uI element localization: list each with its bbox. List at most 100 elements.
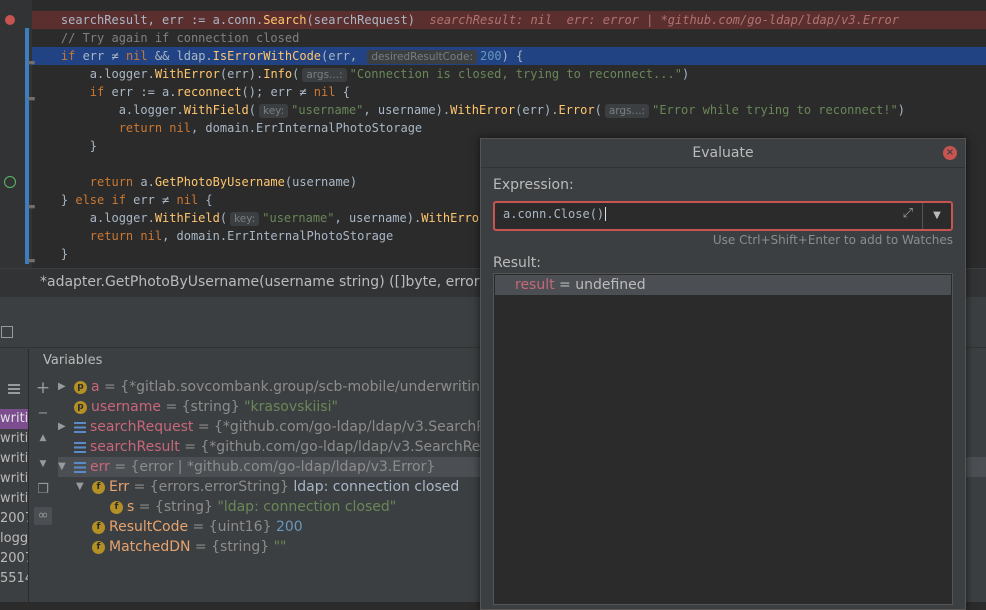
result-label: Result: <box>493 255 541 271</box>
code-token: WithField <box>183 103 249 117</box>
code-token: Search <box>263 13 307 27</box>
frame-item[interactable]: logger <box>0 529 28 549</box>
code-token: searchResult: nil err: error | *github.c… <box>429 13 899 27</box>
variable-value: ldap: connection closed <box>293 479 460 495</box>
frame-item[interactable]: 5514 <box>0 569 28 589</box>
move-down-icon[interactable]: ▼ <box>34 455 52 473</box>
expression-field[interactable]: a.conn.Close() ⤢ ▼ <box>493 201 953 231</box>
frames-toolbar-icon[interactable] <box>0 379 28 399</box>
code-token: nil <box>169 121 191 135</box>
glasses-icon[interactable]: ∞ <box>34 507 52 525</box>
variable-icon <box>74 461 86 473</box>
frame-item[interactable]: 2007 <box>0 549 28 569</box>
variable-name: searchResult <box>90 439 180 455</box>
code-token: (err). <box>515 103 559 117</box>
code-token: (searchRequest) <box>306 13 430 27</box>
code-token: nil <box>313 85 336 99</box>
code-line[interactable]: if err := a.reconnect(); err ≠ nil { <box>32 83 986 101</box>
code-token: } <box>32 193 76 207</box>
frame-item[interactable]: writing <box>0 409 28 429</box>
code-token: else if <box>75 193 134 207</box>
code-token: if <box>32 85 112 99</box>
frames-list[interactable]: writingwritingwritingwritingwriting2007l… <box>0 349 29 602</box>
copy-icon[interactable]: ❐ <box>34 481 52 499</box>
frame-item[interactable]: writing <box>0 429 28 449</box>
close-icon[interactable]: × <box>943 146 957 160</box>
variable-type: = {string} <box>190 539 274 555</box>
parameter-icon: p <box>74 400 87 414</box>
code-line[interactable]: // Try again if connection closed <box>32 29 986 47</box>
recursion-icon[interactable] <box>4 176 16 188</box>
code-token: err ≠ <box>133 193 177 207</box>
remove-watch-icon[interactable]: − <box>34 405 52 423</box>
frame-item[interactable]: writing <box>0 469 28 489</box>
code-token: WithError <box>154 67 220 81</box>
variable-name: username <box>91 399 161 415</box>
expression-value[interactable]: a.conn.Close() <box>503 207 607 221</box>
code-token: , domain.ErrInternalPhotoStorage <box>190 121 423 135</box>
code-line[interactable]: a.logger.WithError(err).Info(args...: "Co… <box>32 65 986 83</box>
code-token: { <box>335 85 350 99</box>
code-token: return <box>32 229 141 243</box>
variable-name: searchRequest <box>90 419 194 435</box>
code-line[interactable]: if err ≠ nil && ldap.IsErrorWithCode(err… <box>32 47 986 65</box>
variable-name: a <box>91 379 100 395</box>
add-watch-icon[interactable]: + <box>34 379 52 397</box>
field-icon: f <box>92 540 105 554</box>
code-token: reconnect <box>176 85 242 99</box>
variable-type: = {errors.errorString} <box>129 479 294 495</box>
parameter-hint: key: <box>230 212 260 226</box>
code-line[interactable]: searchResult, err := a.conn.Search(searc… <box>32 11 986 29</box>
code-line[interactable]: return nil, domain.ErrInternalPhotoStora… <box>32 119 986 137</box>
code-token: ) <box>897 103 905 117</box>
code-token: searchResult, err := a.conn. <box>32 13 264 27</box>
expand-icon[interactable]: ▶ <box>58 417 66 437</box>
code-token: } <box>32 139 98 153</box>
code-token: ) <box>681 67 690 81</box>
code-token: a. <box>140 175 155 189</box>
code-token: ( <box>248 103 256 117</box>
frame-item[interactable]: 2007 <box>0 509 28 529</box>
result-tree[interactable]: result = undefined <box>493 273 953 605</box>
history-dropdown-button[interactable]: ▼ <box>922 203 951 229</box>
fold-icon[interactable]: ▬ <box>27 256 37 266</box>
move-up-icon[interactable]: ▲ <box>34 429 52 447</box>
expand-icon[interactable]: ▶ <box>58 377 66 397</box>
code-token: return <box>32 121 170 135</box>
code-token: , username). <box>363 103 451 117</box>
fold-icon[interactable]: ▬ <box>27 94 37 104</box>
variables-toolbar: + − ▲ ▼ ❐ ∞ <box>30 349 54 602</box>
fold-icon[interactable]: ▬ <box>27 58 37 68</box>
code-line[interactable]: a.logger.WithField(key: "username", usern… <box>32 101 986 119</box>
code-token: // Try again if connection closed <box>32 31 300 45</box>
code-token: return <box>32 175 141 189</box>
variable-value: "ldap: connection closed" <box>217 499 397 515</box>
table-icon[interactable] <box>1 326 13 338</box>
code-token: ( <box>292 67 300 81</box>
breakpoint-icon[interactable] <box>5 15 15 25</box>
code-token: (username) <box>284 175 358 189</box>
parameter-hint: args...: <box>604 104 650 118</box>
result-row[interactable]: result = undefined <box>495 275 951 295</box>
code-token: } <box>32 247 69 261</box>
variable-type: = {error | *github.com/go-ldap/ldap/v3.E… <box>109 459 436 475</box>
collapse-icon[interactable]: ▼ <box>76 477 84 497</box>
code-token: 200 <box>479 49 502 63</box>
collapse-icon[interactable]: ▼ <box>58 457 66 477</box>
variable-icon <box>74 441 86 453</box>
fold-icon[interactable]: ▬ <box>27 202 37 212</box>
variable-type: = {string} <box>161 399 245 415</box>
code-token: IsErrorWithCode <box>212 49 322 63</box>
dialog-title: Evaluate <box>481 139 965 168</box>
code-token: err := a. <box>111 85 177 99</box>
code-token: { <box>198 193 213 207</box>
frame-item[interactable]: writing <box>0 489 28 509</box>
code-token: ) { <box>501 49 524 63</box>
code-token: "username" <box>262 211 335 225</box>
variable-type: = {*gitlab.sovcombank.group/scb-mobile/u… <box>99 379 494 395</box>
code-token: a.logger. <box>32 103 184 117</box>
expand-icon[interactable]: ⤢ <box>903 206 913 221</box>
variable-type: = {*github.com/go-ldap/ldap/v3.SearchRes… <box>179 439 497 455</box>
variable-type: = {*github.com/go-ldap/ldap/v3.SearchRe <box>193 419 495 435</box>
frame-item[interactable]: writing <box>0 449 28 469</box>
